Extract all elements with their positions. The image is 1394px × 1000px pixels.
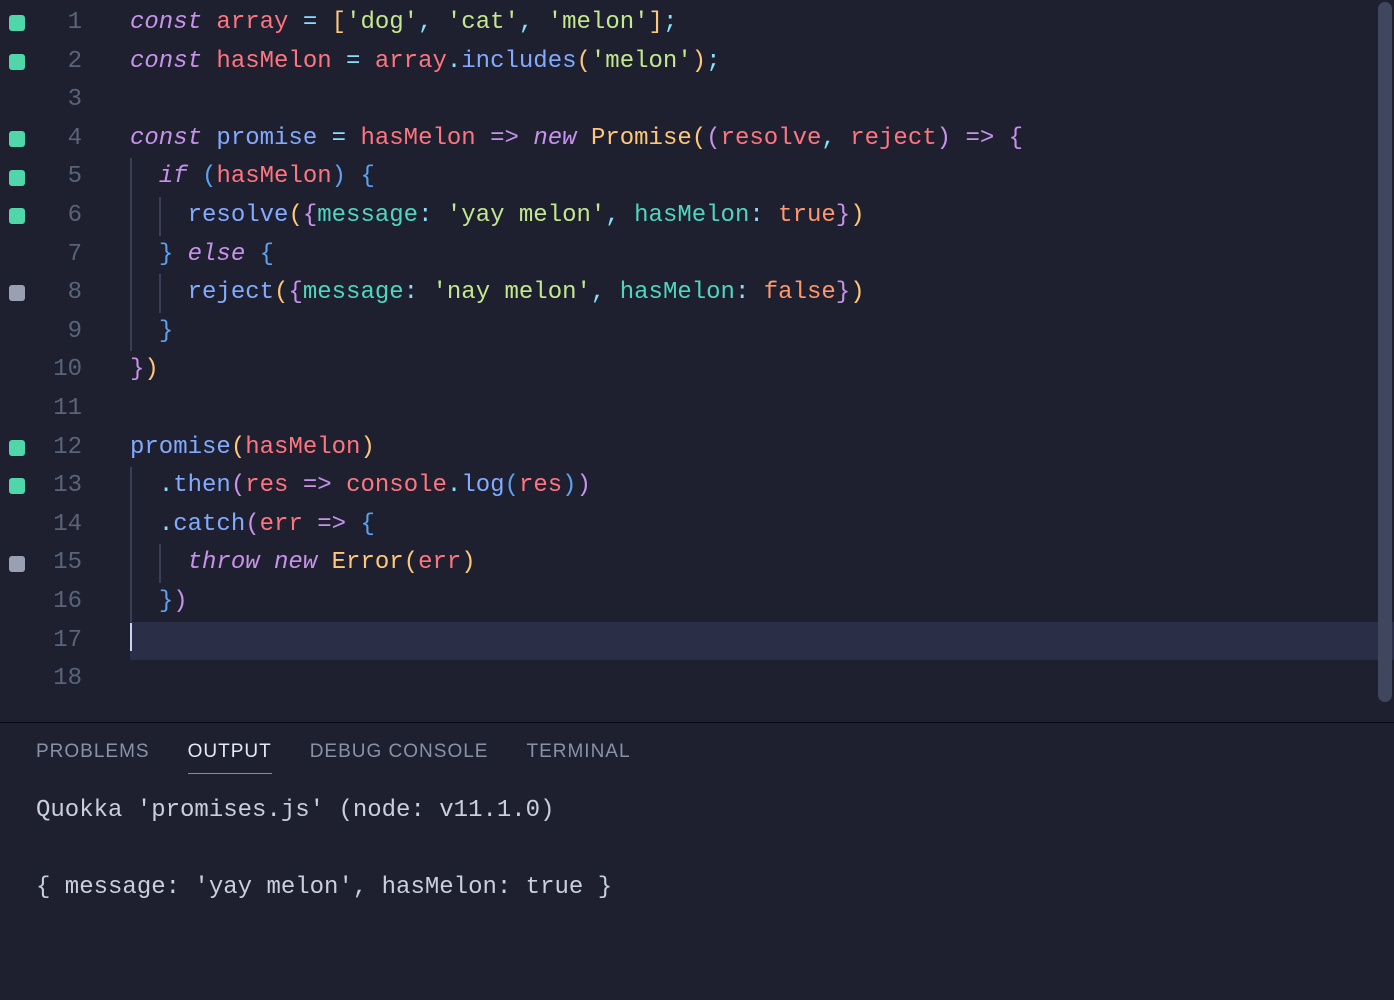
coverage-marker (0, 4, 34, 43)
line-number: 13 (34, 467, 82, 506)
line-number: 10 (34, 351, 82, 390)
coverage-marker (0, 351, 34, 390)
coverage-marker (0, 158, 34, 197)
line-number: 4 (34, 120, 82, 159)
code-line[interactable]: }) (130, 351, 1394, 390)
tab-terminal[interactable]: TERMINAL (526, 737, 630, 774)
coverage-marker (0, 544, 34, 583)
line-number: 17 (34, 622, 82, 661)
vertical-scrollbar[interactable] (1378, 2, 1392, 702)
code-line[interactable] (130, 660, 1394, 699)
bottom-panel: PROBLEMS OUTPUT DEBUG CONSOLE TERMINAL Q… (0, 722, 1394, 1000)
line-number: 11 (34, 390, 82, 429)
coverage-marker (0, 583, 34, 622)
coverage-marker (0, 467, 34, 506)
coverage-marker (0, 274, 34, 313)
tab-output[interactable]: OUTPUT (188, 737, 272, 774)
line-number: 3 (34, 81, 82, 120)
coverage-marker (0, 120, 34, 159)
line-number-gutter: 123456789101112131415161718 (34, 4, 90, 722)
coverage-marker (0, 429, 34, 468)
line-number: 2 (34, 43, 82, 82)
tab-problems[interactable]: PROBLEMS (36, 737, 150, 774)
text-cursor (130, 623, 132, 651)
code-line[interactable] (130, 622, 1394, 661)
tab-debug-console[interactable]: DEBUG CONSOLE (310, 737, 489, 774)
code-line[interactable] (130, 81, 1394, 120)
code-editor[interactable]: 123456789101112131415161718 const array … (0, 0, 1394, 722)
coverage-marker (0, 660, 34, 699)
line-number: 15 (34, 544, 82, 583)
code-line[interactable]: .catch(err => { (130, 506, 1394, 545)
coverage-marker (0, 236, 34, 275)
line-number: 6 (34, 197, 82, 236)
code-line[interactable]: const array = ['dog', 'cat', 'melon']; (130, 4, 1394, 43)
coverage-gutter (0, 4, 34, 722)
line-number: 18 (34, 660, 82, 699)
coverage-marker (0, 81, 34, 120)
code-line[interactable]: throw new Error(err) (130, 544, 1394, 583)
code-line[interactable]: .then(res => console.log(res)) (130, 467, 1394, 506)
line-number: 9 (34, 313, 82, 352)
code-line[interactable] (130, 390, 1394, 429)
coverage-marker (0, 622, 34, 661)
coverage-marker (0, 313, 34, 352)
code-line[interactable]: }) (130, 583, 1394, 622)
code-line[interactable]: promise(hasMelon) (130, 429, 1394, 468)
line-number: 12 (34, 429, 82, 468)
line-number: 7 (34, 236, 82, 275)
line-number: 14 (34, 506, 82, 545)
code-line[interactable]: } else { (130, 236, 1394, 275)
code-line[interactable]: if (hasMelon) { (130, 158, 1394, 197)
code-line[interactable]: } (130, 313, 1394, 352)
code-line[interactable]: const promise = hasMelon => new Promise(… (130, 120, 1394, 159)
coverage-marker (0, 506, 34, 545)
code-line[interactable]: resolve({message: 'yay melon', hasMelon:… (130, 197, 1394, 236)
line-number: 5 (34, 158, 82, 197)
coverage-marker (0, 390, 34, 429)
output-body[interactable]: Quokka 'promises.js' (node: v11.1.0) { m… (0, 784, 1394, 915)
coverage-marker (0, 43, 34, 82)
line-number: 1 (34, 4, 82, 43)
coverage-marker (0, 197, 34, 236)
code-line[interactable]: reject({message: 'nay melon', hasMelon: … (130, 274, 1394, 313)
code-line[interactable]: const hasMelon = array.includes('melon')… (130, 43, 1394, 82)
code-area[interactable]: const array = ['dog', 'cat', 'melon'];co… (90, 4, 1394, 722)
line-number: 8 (34, 274, 82, 313)
line-number: 16 (34, 583, 82, 622)
panel-tabs: PROBLEMS OUTPUT DEBUG CONSOLE TERMINAL (0, 731, 1394, 784)
